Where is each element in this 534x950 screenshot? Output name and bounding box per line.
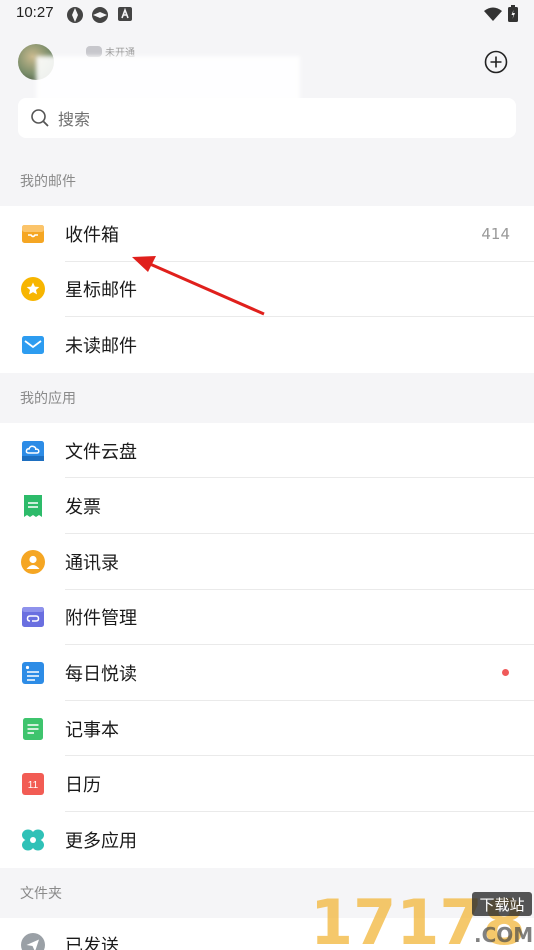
star-icon bbox=[21, 277, 45, 302]
unread-count: 414 bbox=[481, 224, 510, 243]
account-name-redacted bbox=[36, 56, 300, 102]
list-item-label: 星标邮件 bbox=[65, 280, 137, 302]
list-item-cloud-drive[interactable]: 文件云盘 bbox=[0, 422, 534, 479]
status-time: 10:27 bbox=[16, 4, 54, 21]
search-placeholder: 搜索 bbox=[58, 110, 91, 129]
list-item-label: 发票 bbox=[65, 497, 101, 519]
list-item-more-apps[interactable]: 更多应用 bbox=[0, 811, 534, 868]
search-input[interactable]: 搜索 bbox=[18, 98, 516, 138]
contacts-icon bbox=[21, 549, 45, 574]
list-item-label: 更多应用 bbox=[65, 830, 137, 852]
list-item-daily-reading[interactable]: 每日悦读 bbox=[0, 645, 534, 701]
daily-reading-icon bbox=[22, 661, 44, 684]
list-item-notepad[interactable]: 记事本 bbox=[0, 700, 534, 757]
section-title-my-mail: 我的邮件 bbox=[0, 156, 534, 206]
list-item-unread[interactable]: 未读邮件 bbox=[0, 317, 534, 373]
list-item-invoice[interactable]: 发票 bbox=[0, 478, 534, 534]
calendar-icon: 11 bbox=[22, 773, 44, 796]
inbox-icon bbox=[22, 224, 44, 243]
a-notification-icon bbox=[118, 7, 132, 21]
list-item-inbox[interactable]: 收件箱 414 bbox=[0, 206, 534, 262]
status-right bbox=[484, 5, 518, 22]
list-item-label: 文件云盘 bbox=[65, 441, 137, 463]
search-icon bbox=[31, 109, 49, 127]
invoice-icon bbox=[24, 495, 42, 518]
app-notification-icon bbox=[67, 7, 83, 23]
list-item-attachments[interactable]: 附件管理 bbox=[0, 589, 534, 646]
watermark-badge: 下载站 bbox=[479, 896, 524, 914]
list-item-label: 未读邮件 bbox=[65, 335, 137, 357]
sent-icon bbox=[21, 933, 45, 950]
status-bar: 10:27 bbox=[0, 0, 534, 28]
site-watermark-logo: 17178 下载站 .COM bbox=[310, 886, 533, 950]
more-apps-icon bbox=[22, 829, 44, 851]
add-icon[interactable] bbox=[484, 50, 508, 74]
mailbox-list: 我的邮件 收件箱 414 星标邮件 未读邮件 我的应用 文件云盘 发票 通讯录 … bbox=[0, 156, 534, 950]
list-item-starred[interactable]: 星标邮件 bbox=[0, 261, 534, 318]
wifi-icon bbox=[484, 7, 502, 21]
list-item-label: 收件箱 bbox=[65, 224, 119, 246]
account-header: 未开通 搜索 bbox=[0, 28, 534, 156]
envelope-icon bbox=[22, 335, 44, 354]
list-item-label: 附件管理 bbox=[65, 608, 137, 630]
notepad-icon bbox=[23, 717, 43, 740]
list-item-label: 已发送 bbox=[65, 936, 119, 950]
list-item-label: 日历 bbox=[65, 775, 101, 797]
list-item-calendar[interactable]: 11 日历 bbox=[0, 756, 534, 812]
cloud-drive-icon bbox=[22, 440, 44, 461]
list-item-label: 记事本 bbox=[65, 719, 119, 741]
watermark-suffix: .COM bbox=[474, 923, 533, 947]
attachment-icon bbox=[22, 607, 44, 628]
new-badge-dot bbox=[502, 669, 509, 677]
section-title-my-apps: 我的应用 bbox=[0, 372, 534, 423]
list-item-contacts[interactable]: 通讯录 bbox=[0, 533, 534, 590]
calendar-day: 11 bbox=[28, 780, 39, 791]
battery-icon bbox=[508, 5, 518, 22]
list-item-label: 每日悦读 bbox=[65, 663, 137, 685]
app-notification-icon bbox=[92, 7, 108, 23]
list-item-label: 通讯录 bbox=[65, 552, 119, 574]
